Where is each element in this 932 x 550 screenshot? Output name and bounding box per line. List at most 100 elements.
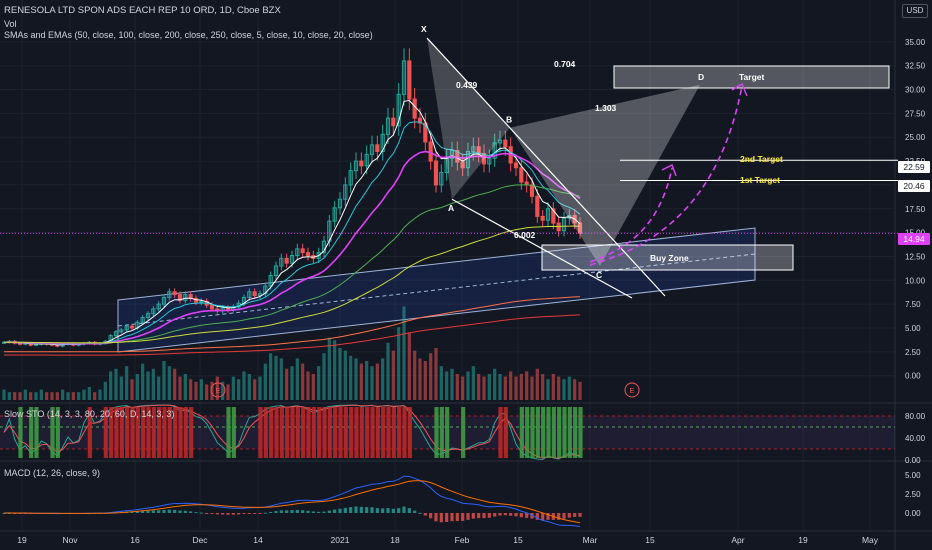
- volume-bar: [66, 392, 70, 400]
- volume-bar: [253, 379, 257, 400]
- sto-signal-bar: [551, 407, 556, 458]
- sto-signal-bar: [183, 407, 188, 458]
- volume-bar: [199, 379, 203, 400]
- pattern-label-b: B: [506, 115, 512, 125]
- time-tick-label: Dec: [192, 535, 208, 545]
- macd-histogram-bar: [167, 509, 171, 513]
- volume-bar: [317, 366, 321, 400]
- volume-bar: [205, 384, 209, 400]
- symbol-title[interactable]: RENESOLA LTD SPON ADS EACH REP 10 ORD, 1…: [4, 5, 281, 16]
- macd-histogram-bar: [279, 510, 283, 513]
- volume-bar: [146, 371, 150, 400]
- volume-bar: [109, 371, 113, 400]
- slow-sto-legend[interactable]: Slow STO (14, 3, 3, 80, 20, 60, D, 14, 3…: [4, 409, 174, 419]
- macd-histogram-bar: [418, 512, 422, 514]
- sto-signal-bar: [226, 407, 231, 458]
- macd-histogram-bar: [455, 513, 459, 521]
- time-tick-label: 19: [17, 535, 27, 545]
- sto-signal-bar: [402, 407, 407, 458]
- volume-bar: [418, 358, 422, 400]
- volume-bar: [183, 374, 187, 400]
- time-tick-label: May: [862, 535, 879, 545]
- buy-zone-label: Buy Zone: [650, 253, 689, 263]
- macd-histogram-bar: [471, 513, 475, 519]
- time-tick-label: 16: [130, 535, 140, 545]
- candle: [199, 300, 204, 303]
- candle: [535, 195, 540, 217]
- macd-histogram-bar: [173, 509, 177, 513]
- sto-signal-bar: [258, 407, 263, 458]
- sto-signal-bar: [349, 407, 354, 458]
- macd-histogram-bar: [519, 513, 523, 518]
- macd-histogram-bar: [359, 506, 363, 513]
- macd-histogram-bar: [285, 510, 289, 513]
- sto-signal-bar: [285, 407, 290, 458]
- volume-bar: [354, 358, 358, 400]
- macd-histogram-bar: [295, 509, 299, 513]
- volume-bar: [370, 366, 374, 400]
- time-tick-label: Feb: [455, 535, 470, 545]
- candle: [359, 160, 364, 167]
- volume-bar: [514, 376, 518, 400]
- volume-bar: [327, 337, 331, 400]
- macd-histogram-bar: [327, 510, 331, 513]
- macd-histogram-bar: [509, 513, 513, 516]
- volume-bar: [237, 379, 241, 400]
- macd-histogram-bar: [151, 510, 155, 513]
- volume-bar: [7, 392, 11, 400]
- price-tick-label: 5.00: [905, 324, 921, 333]
- macd-histogram-bar: [477, 513, 481, 519]
- volume-bar: [567, 376, 571, 400]
- sto-signal-bar: [189, 407, 194, 458]
- candle: [284, 257, 289, 264]
- sto-signal-bar: [573, 407, 578, 458]
- macd-histogram-bar: [274, 511, 278, 513]
- macd-histogram-bar: [146, 510, 150, 513]
- volume-bar: [546, 379, 550, 400]
- ratio-label-xabc: 0.704: [554, 59, 576, 69]
- sto-signal-bar: [562, 407, 567, 458]
- candle: [433, 160, 439, 186]
- volume-bar: [413, 350, 417, 400]
- sto-signal-bar: [333, 407, 338, 458]
- macd-legend[interactable]: MACD (12, 26, close, 9): [4, 468, 100, 478]
- price-tick-label: 7.50: [905, 300, 921, 309]
- macd-histogram-bar: [269, 511, 273, 513]
- volume-bar: [322, 353, 326, 400]
- volume-bar: [365, 361, 369, 400]
- pattern-label-d: D: [698, 72, 704, 82]
- volume-legend[interactable]: Vol: [4, 19, 17, 29]
- sto-signal-bar: [295, 407, 300, 458]
- macd-histogram-bar: [226, 513, 230, 515]
- volume-bar: [455, 374, 459, 400]
- volume-bar: [530, 376, 534, 400]
- sto-signal-bar: [311, 407, 316, 458]
- last-price-badge: 14.94: [898, 233, 930, 245]
- price-tick-label: 10.00: [905, 276, 926, 285]
- macd-histogram-bar: [205, 513, 209, 514]
- macd-histogram-bar: [343, 507, 347, 513]
- candle: [529, 184, 535, 197]
- sto-signal-bar: [546, 407, 551, 458]
- sto-signal-bar: [306, 407, 311, 458]
- volume-bar: [578, 381, 582, 400]
- moving-averages-legend[interactable]: SMAs and EMAs (50, close, 100, close, 20…: [4, 30, 373, 40]
- macd-histogram-bar: [311, 511, 315, 513]
- sto-signal-bar: [434, 407, 439, 458]
- sto-signal-bar: [274, 407, 279, 458]
- time-tick-label: 15: [513, 535, 523, 545]
- trading-chart[interactable]: 35.0032.5030.0027.5025.0022.5020.0017.50…: [0, 0, 932, 550]
- time-tick-label: 15: [645, 535, 655, 545]
- macd-histogram-bar: [439, 513, 443, 523]
- sto-signal-bar: [407, 407, 412, 458]
- volume-bar: [359, 363, 363, 400]
- macd-histogram-bar: [258, 513, 262, 514]
- price-tick-label: 30.00: [905, 86, 926, 95]
- macd-histogram-bar: [562, 513, 566, 519]
- currency-button[interactable]: USD: [902, 4, 928, 18]
- volume-bar: [306, 371, 310, 400]
- volume-bar: [402, 306, 406, 400]
- macd-histogram-bar: [450, 513, 454, 522]
- sto-signal-bar: [327, 407, 332, 458]
- macd-histogram-bar: [514, 513, 518, 517]
